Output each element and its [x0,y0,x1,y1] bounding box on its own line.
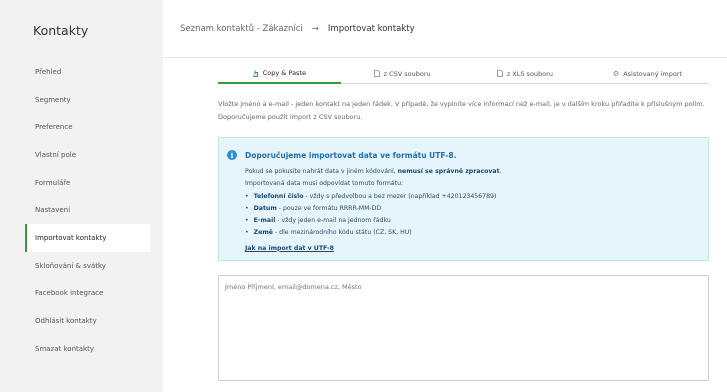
tab-label: Copy & Paste [262,69,306,77]
list-item: Země - dle mezinárodního kódu státu (CZ,… [245,227,695,239]
list-item-term: E-mail [253,217,276,225]
sidebar-item-sklonovani[interactable]: Skloňování & svátky [25,252,150,280]
list-item-text: - dle mezinárodního kódu státu (CZ, SK, … [272,229,412,237]
breadcrumb-separator: → [311,23,319,34]
list-item-term: Telefonní číslo [253,192,304,200]
sidebar-item-segmenty[interactable]: Segmenty [25,86,150,114]
format-list: Telefonní číslo - vždy s předvolbou a be… [245,191,695,240]
tab-xls[interactable]: z XLS souboru [463,64,587,84]
list-item-text: - vždy s předvolbou a bez mezer (napříkl… [303,192,497,200]
file-icon [373,70,380,77]
info-title: Doporučujeme importovat data ve formátu … [245,151,457,160]
info-bold-text: nemusí se správně zpracovat [397,168,500,175]
info-text: Pokud se pokusíte nahrát data v jiném kó… [245,168,398,175]
tab-asistovany-import[interactable]: Asistovaný import [586,64,709,84]
sidebar-item-formulare[interactable]: Formuláře [25,169,150,197]
list-item: Telefonní číslo - vždy s předvolbou a be… [245,191,695,203]
tab-label: z CSV souboru [383,69,431,78]
sidebar-title: Kontakty [33,23,89,38]
sidebar-nav: Přehled Segmenty Preference Vlastní pole… [25,58,150,363]
import-tabs: Copy & Paste z CSV souboru z XLS souboru… [218,64,709,84]
sidebar-item-prehled[interactable]: Přehled [25,58,150,86]
file-icon [496,70,503,77]
utf8-help-link[interactable]: Jak na import dat v UTF-8 [245,243,334,255]
tab-copy-paste[interactable]: Copy & Paste [218,64,341,84]
breadcrumb: Seznam kontaktů - Zákazníci → Importovat… [163,0,727,58]
sidebar-item-preference[interactable]: Preference [25,113,150,141]
tab-csv[interactable]: z CSV souboru [340,64,464,84]
hand-pointer-icon [253,70,258,77]
list-item: E-mail - vždy jeden e-mail na jednom řád… [245,215,695,227]
sidebar-item-facebook[interactable]: Facebook integrace [25,280,150,308]
info-line: Pokud se pokusíte nahrát data v jiném kó… [245,166,695,178]
list-item-text: - vždy jeden e-mail na jednom řádku [275,217,391,225]
page-title: Importovat kontakty [327,23,415,34]
intro-text: Vložte jméno a e-mail - jeden kontakt na… [218,98,709,124]
info-body: Pokud se pokusíte nahrát data v jiném kó… [245,166,695,255]
sidebar-item-smazat[interactable]: Smazat kontakty [25,335,150,363]
intro-line: Vložte jméno a e-mail - jeden kontakt na… [218,100,705,108]
sidebar-item-vlastni-pole[interactable]: Vlastní pole [25,141,150,169]
sidebar-item-importovat-kontakty[interactable]: Importovat kontakty [25,224,150,252]
sidebar-item-nastaveni[interactable]: Nastavení [25,196,150,224]
intro-line: Doporučujeme použít import z CSV souboru… [218,113,363,121]
utf8-info-box: i Doporučujeme importovat data ve formát… [218,137,709,261]
gear-icon [613,71,619,76]
info-text: . [499,168,502,175]
info-icon: i [227,150,237,160]
breadcrumb-parent-link[interactable]: Seznam kontaktů - Zákazníci [180,24,303,34]
tab-label: z XLS souboru [506,69,553,78]
info-line: Importovaná data musí odpovídat tomuto f… [245,180,404,188]
list-item-text: - pouze ve formátu RRRR-MM-DD [276,204,382,212]
tab-label: Asistovaný import [623,69,683,78]
list-item-term: Země [253,229,273,237]
list-item-term: Datum [253,204,277,212]
sidebar-item-odhlasit[interactable]: Odhlásit kontakty [25,307,150,335]
list-item: Datum - pouze ve formátu RRRR-MM-DD [245,203,695,215]
sidebar: Kontakty Přehled Segmenty Preference Vla… [0,0,163,392]
contacts-textarea[interactable] [218,275,709,381]
